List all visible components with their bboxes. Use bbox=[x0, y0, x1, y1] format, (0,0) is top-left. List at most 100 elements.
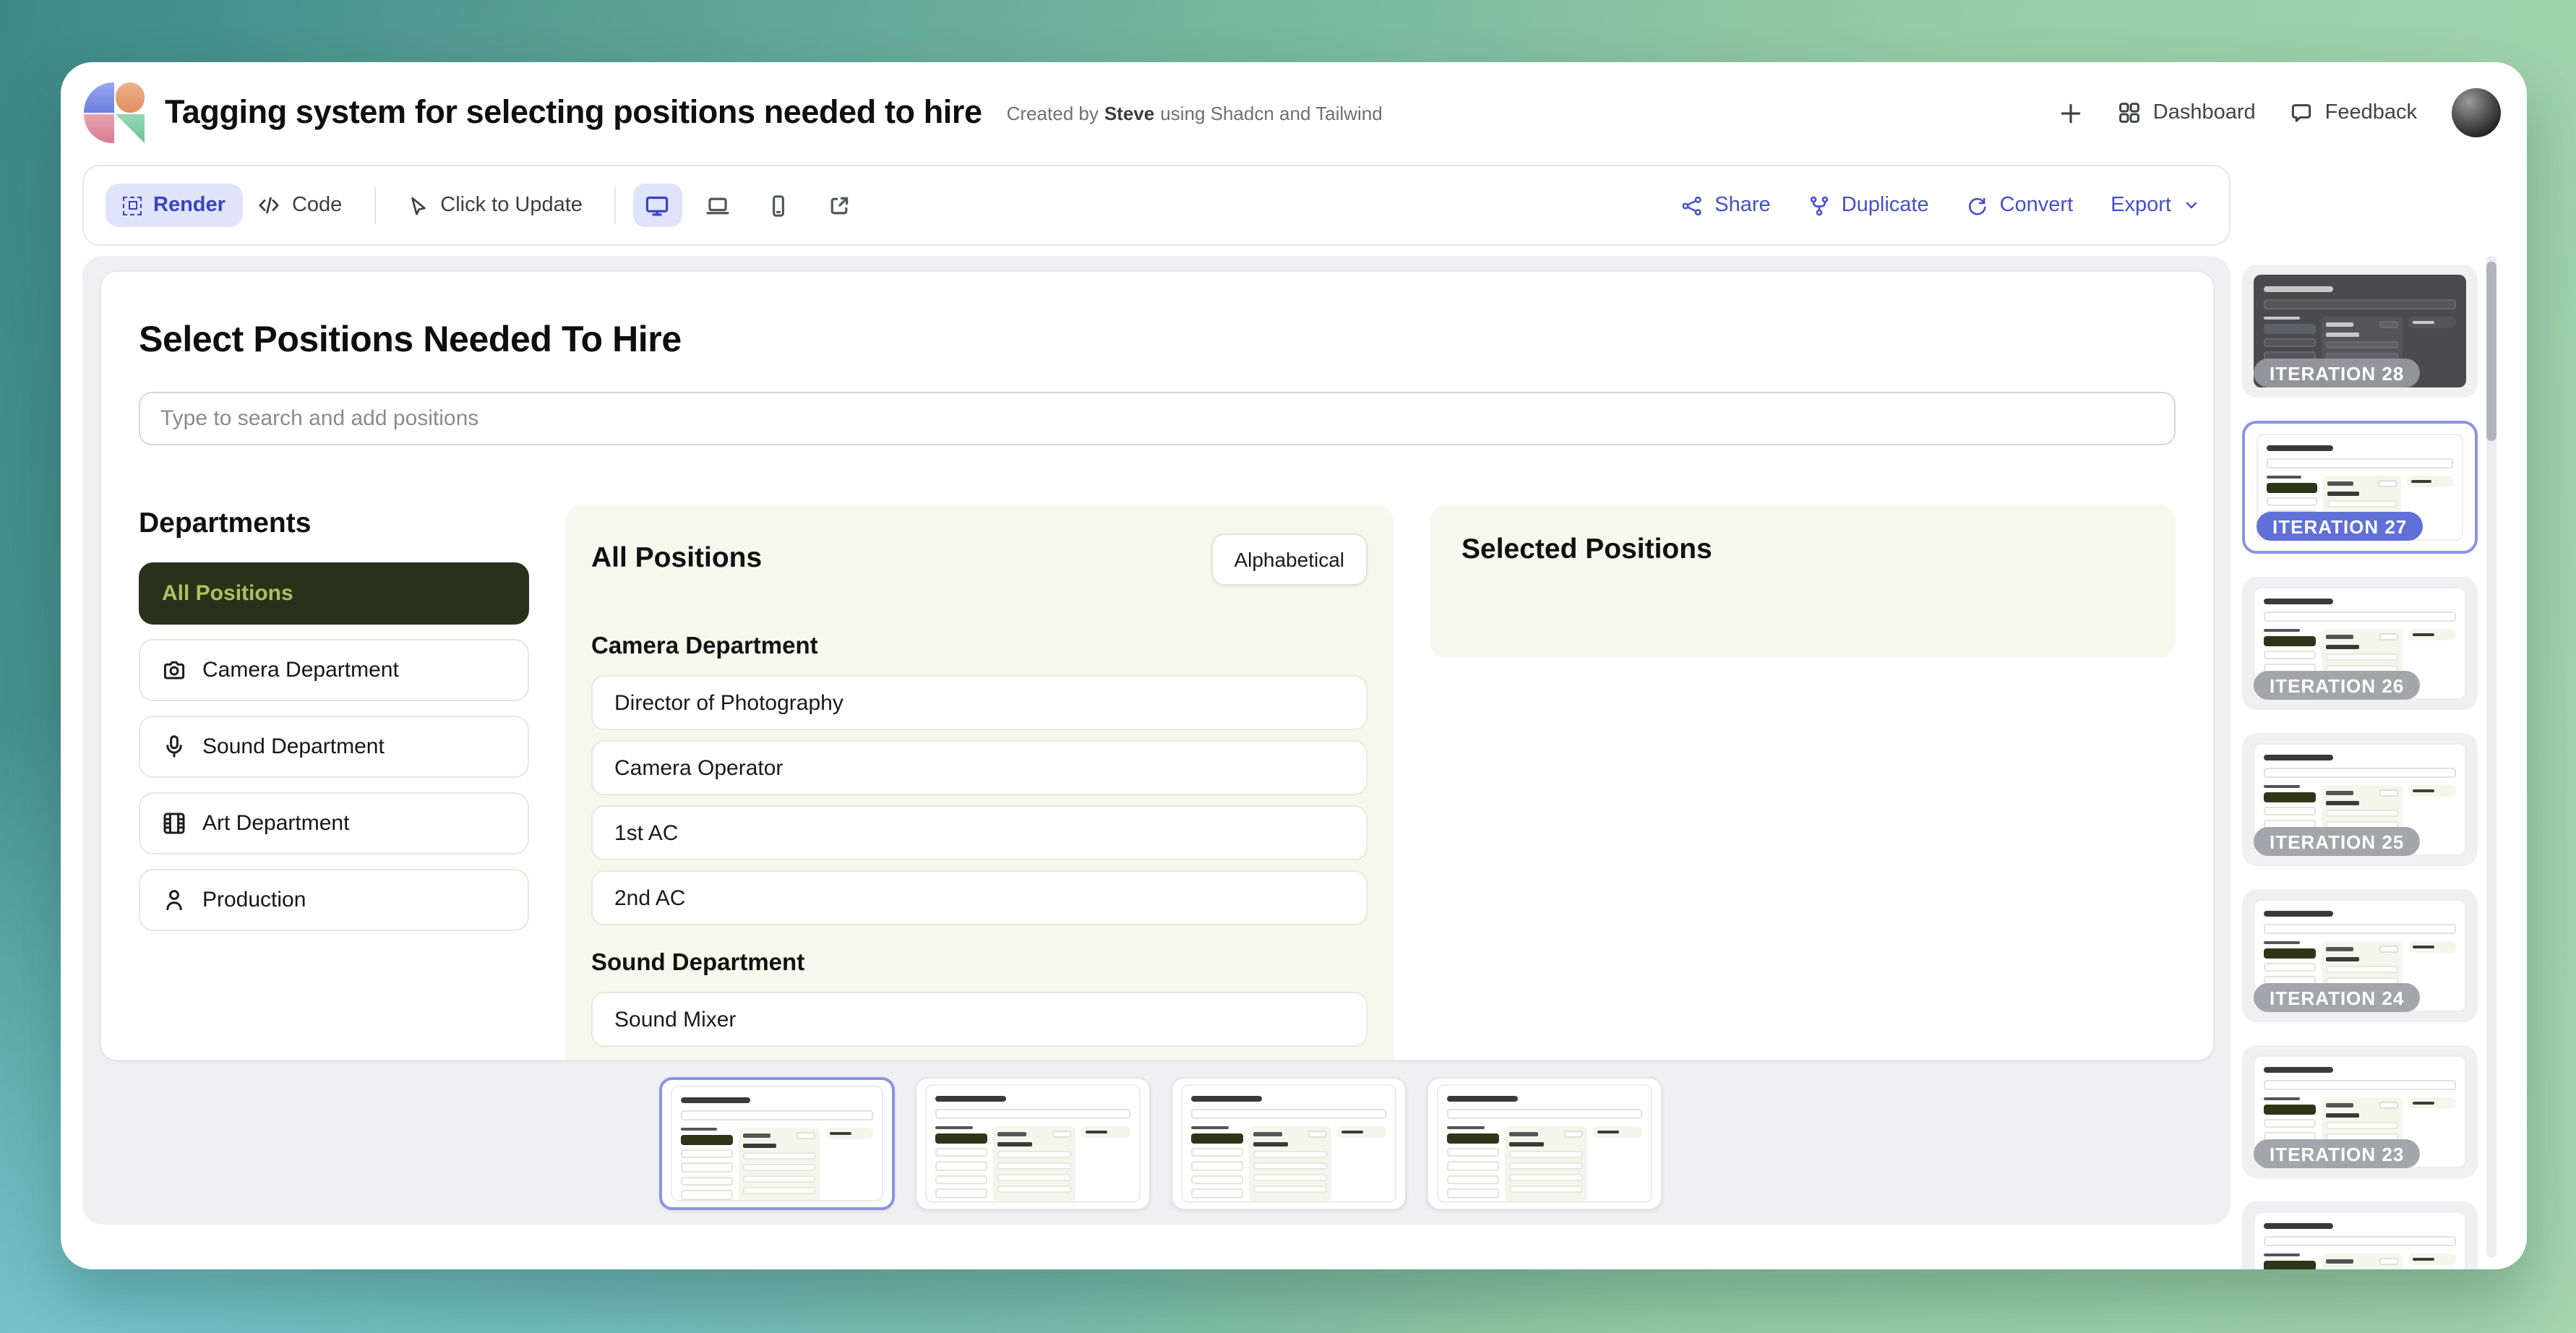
iteration-thumbnail bbox=[2254, 1212, 2466, 1269]
main-row: Render Code Click to Update bbox=[61, 163, 2527, 1269]
iteration-card-26[interactable]: ITERATION 26 bbox=[2242, 577, 2478, 710]
feedback-label: Feedback bbox=[2325, 101, 2417, 124]
iteration-card-partial[interactable] bbox=[2242, 1201, 2478, 1269]
app-window: Tagging system for selecting positions n… bbox=[61, 62, 2527, 1269]
iteration-badge: ITERATION 23 bbox=[2254, 1139, 2420, 1168]
render-tab[interactable]: Render bbox=[106, 184, 243, 227]
department-button-sound[interactable]: Sound Department bbox=[139, 716, 529, 778]
dashboard-label: Dashboard bbox=[2153, 101, 2256, 124]
position-row[interactable]: Camera Operator bbox=[591, 740, 1368, 795]
alphabetical-sort-button[interactable]: Alphabetical bbox=[1211, 533, 1368, 586]
iteration-badge: ITERATION 24 bbox=[2254, 983, 2420, 1012]
byline: Created by Steve using Shadcn and Tailwi… bbox=[1007, 102, 1383, 124]
toolbar-divider bbox=[374, 187, 375, 224]
user-avatar[interactable] bbox=[2452, 88, 2501, 137]
convert-label: Convert bbox=[2000, 194, 2074, 217]
camera-icon bbox=[162, 658, 186, 682]
share-icon bbox=[1681, 194, 1703, 216]
render-label: Render bbox=[153, 194, 226, 217]
cursor-icon bbox=[407, 194, 429, 216]
department-button-all-positions[interactable]: All Positions bbox=[139, 562, 529, 625]
iteration-badge: ITERATION 25 bbox=[2254, 827, 2420, 856]
position-row[interactable]: Director of Photography bbox=[591, 675, 1368, 730]
chevron-down-icon bbox=[2183, 197, 2200, 214]
department-button-camera[interactable]: Camera Department bbox=[139, 639, 529, 701]
plus-icon bbox=[2059, 100, 2084, 125]
open-preview-button[interactable] bbox=[815, 184, 864, 227]
department-button-production[interactable]: Production bbox=[139, 869, 529, 931]
header-actions: Dashboard Feedback bbox=[2059, 88, 2501, 137]
iteration-badge: ITERATION 26 bbox=[2254, 671, 2420, 700]
byline-suffix: using Shadcn and Tailwind bbox=[1160, 102, 1382, 124]
laptop-icon bbox=[706, 193, 731, 218]
departments-column: Departments All Positions Camera Departm… bbox=[139, 505, 529, 946]
magic-patterns-logo-icon[interactable] bbox=[84, 82, 145, 143]
app-mini-preview bbox=[671, 1086, 883, 1201]
department-label: All Positions bbox=[162, 581, 293, 606]
group-heading-sound: Sound Department bbox=[591, 950, 1368, 977]
new-project-button[interactable] bbox=[2059, 100, 2084, 125]
carousel-card[interactable] bbox=[1171, 1077, 1407, 1210]
version-carousel bbox=[659, 1077, 1662, 1210]
export-label: Export bbox=[2111, 194, 2171, 217]
film-icon bbox=[162, 811, 186, 836]
iteration-card-23[interactable]: ITERATION 23 bbox=[2242, 1045, 2478, 1178]
open-in-new-icon bbox=[828, 193, 852, 218]
editor-column: Render Code Click to Update bbox=[82, 163, 2231, 1225]
position-row[interactable]: 2nd AC bbox=[591, 870, 1368, 925]
app-mini-preview bbox=[1181, 1084, 1396, 1203]
share-button[interactable]: Share bbox=[1681, 184, 1770, 227]
iteration-card-27[interactable]: ITERATION 27 bbox=[2242, 421, 2478, 554]
sidebar-scrollbar-thumb[interactable] bbox=[2486, 262, 2496, 441]
share-label: Share bbox=[1714, 194, 1770, 217]
device-toggle-group bbox=[633, 184, 864, 227]
all-positions-panel: All Positions Alphabetical Camera Depart… bbox=[565, 505, 1394, 1061]
device-mobile-button[interactable] bbox=[755, 184, 804, 227]
department-button-art[interactable]: Art Department bbox=[139, 792, 529, 854]
duplicate-button[interactable]: Duplicate bbox=[1808, 184, 1929, 227]
carousel-card[interactable] bbox=[659, 1077, 895, 1210]
position-search-input[interactable] bbox=[139, 392, 2176, 445]
fork-icon bbox=[1808, 194, 1830, 216]
iteration-card-25[interactable]: ITERATION 25 bbox=[2242, 733, 2478, 866]
group-heading-camera: Camera Department bbox=[591, 633, 1368, 661]
app-columns: Departments All Positions Camera Departm… bbox=[139, 505, 2176, 1061]
export-button[interactable]: Export bbox=[2111, 184, 2200, 227]
code-label: Code bbox=[292, 194, 342, 217]
department-label: Camera Department bbox=[202, 658, 399, 682]
department-label: Sound Department bbox=[202, 734, 385, 759]
duplicate-label: Duplicate bbox=[1842, 194, 1929, 217]
byline-prefix: Created by bbox=[1007, 102, 1099, 124]
person-icon bbox=[162, 888, 186, 912]
departments-heading: Departments bbox=[139, 507, 529, 541]
iteration-card-28[interactable]: ITERATION 28 bbox=[2242, 265, 2478, 398]
rendered-app-card: Select Positions Needed To Hire Departme… bbox=[100, 270, 2215, 1061]
click-to-update-button[interactable]: Click to Update bbox=[392, 184, 597, 227]
byline-author: Steve bbox=[1104, 102, 1154, 124]
iteration-card-24[interactable]: ITERATION 24 bbox=[2242, 889, 2478, 1022]
device-laptop-button[interactable] bbox=[694, 184, 743, 227]
window-header: Tagging system for selecting positions n… bbox=[61, 62, 2527, 163]
device-desktop-button[interactable] bbox=[633, 184, 682, 227]
carousel-card[interactable] bbox=[1427, 1077, 1662, 1210]
click-to-update-label: Click to Update bbox=[440, 194, 583, 217]
position-row[interactable]: Sound Mixer bbox=[591, 992, 1368, 1047]
editor-toolbar: Render Code Click to Update bbox=[82, 165, 2231, 246]
page: { "header": { "title": "Tagging system f… bbox=[0, 0, 2576, 1333]
carousel-card[interactable] bbox=[915, 1077, 1151, 1210]
department-label: Art Department bbox=[202, 811, 349, 836]
feedback-button[interactable]: Feedback bbox=[2291, 101, 2417, 124]
code-tab[interactable]: Code bbox=[243, 184, 356, 227]
project-title: Tagging system for selecting positions n… bbox=[165, 94, 982, 132]
app-mini-preview bbox=[925, 1084, 1141, 1203]
microphone-icon bbox=[162, 734, 186, 759]
toolbar-divider bbox=[614, 187, 616, 224]
refresh-icon bbox=[1967, 194, 1988, 216]
convert-button[interactable]: Convert bbox=[1967, 184, 2074, 227]
all-positions-heading: All Positions bbox=[591, 542, 762, 575]
department-label: Production bbox=[202, 888, 306, 912]
dashboard-button[interactable]: Dashboard bbox=[2118, 101, 2256, 124]
position-row[interactable]: 1st AC bbox=[591, 805, 1368, 860]
code-icon bbox=[257, 194, 280, 217]
render-frame-icon bbox=[123, 196, 142, 215]
